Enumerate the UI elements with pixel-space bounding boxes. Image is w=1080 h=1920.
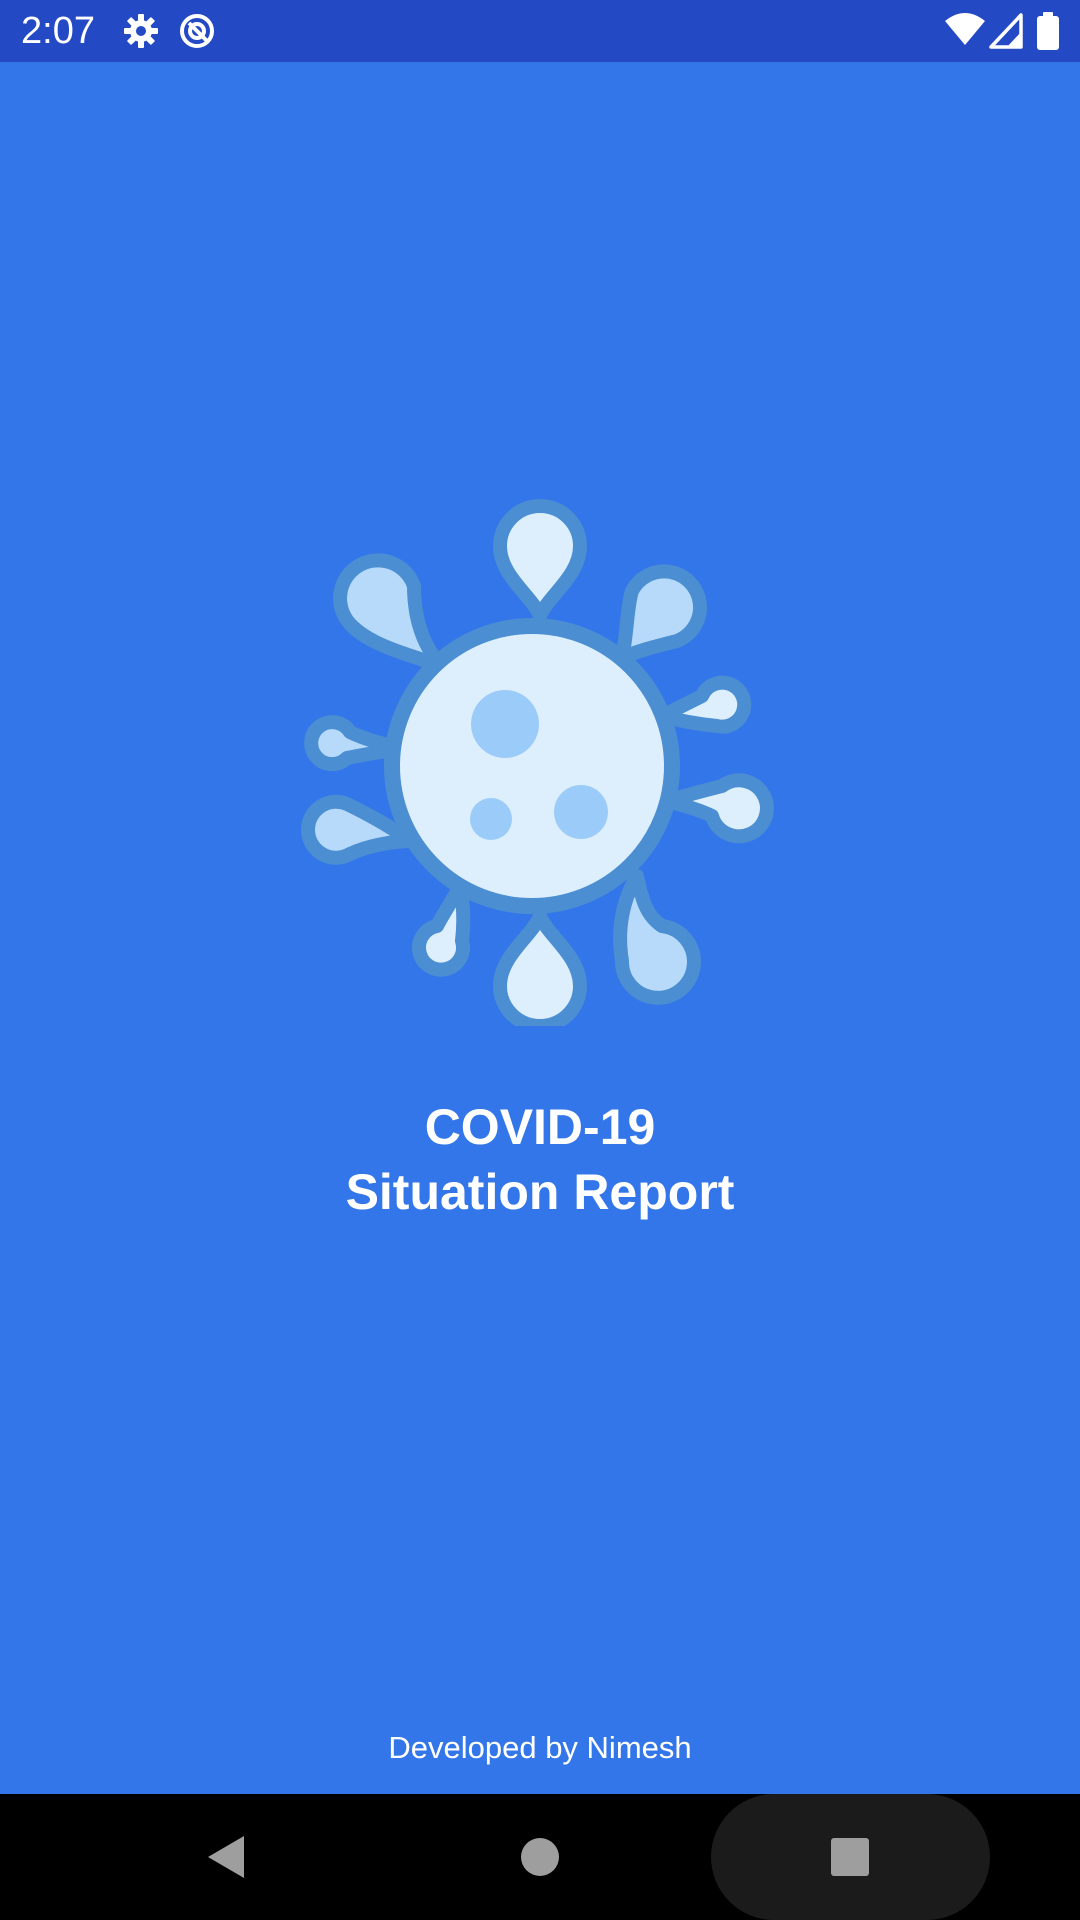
status-time: 2:07 — [21, 10, 95, 52]
back-icon[interactable] — [193, 1824, 259, 1890]
developer-credit: Developed by Nimesh — [388, 1730, 692, 1765]
app-title-line-2: Situation Report — [345, 1164, 735, 1220]
app-title-line-1: COVID-19 — [424, 1099, 656, 1155]
status-bar: 2:07 — [0, 0, 1080, 62]
sync-icon — [177, 11, 217, 51]
navigation-bar — [0, 1794, 1080, 1920]
battery-icon — [1035, 11, 1061, 51]
virus-icon — [292, 486, 788, 1026]
gear-icon — [121, 11, 161, 51]
recents-icon[interactable] — [817, 1824, 883, 1890]
home-icon[interactable] — [507, 1824, 573, 1890]
cell-signal-icon — [987, 11, 1027, 51]
wifi-icon — [943, 11, 987, 51]
